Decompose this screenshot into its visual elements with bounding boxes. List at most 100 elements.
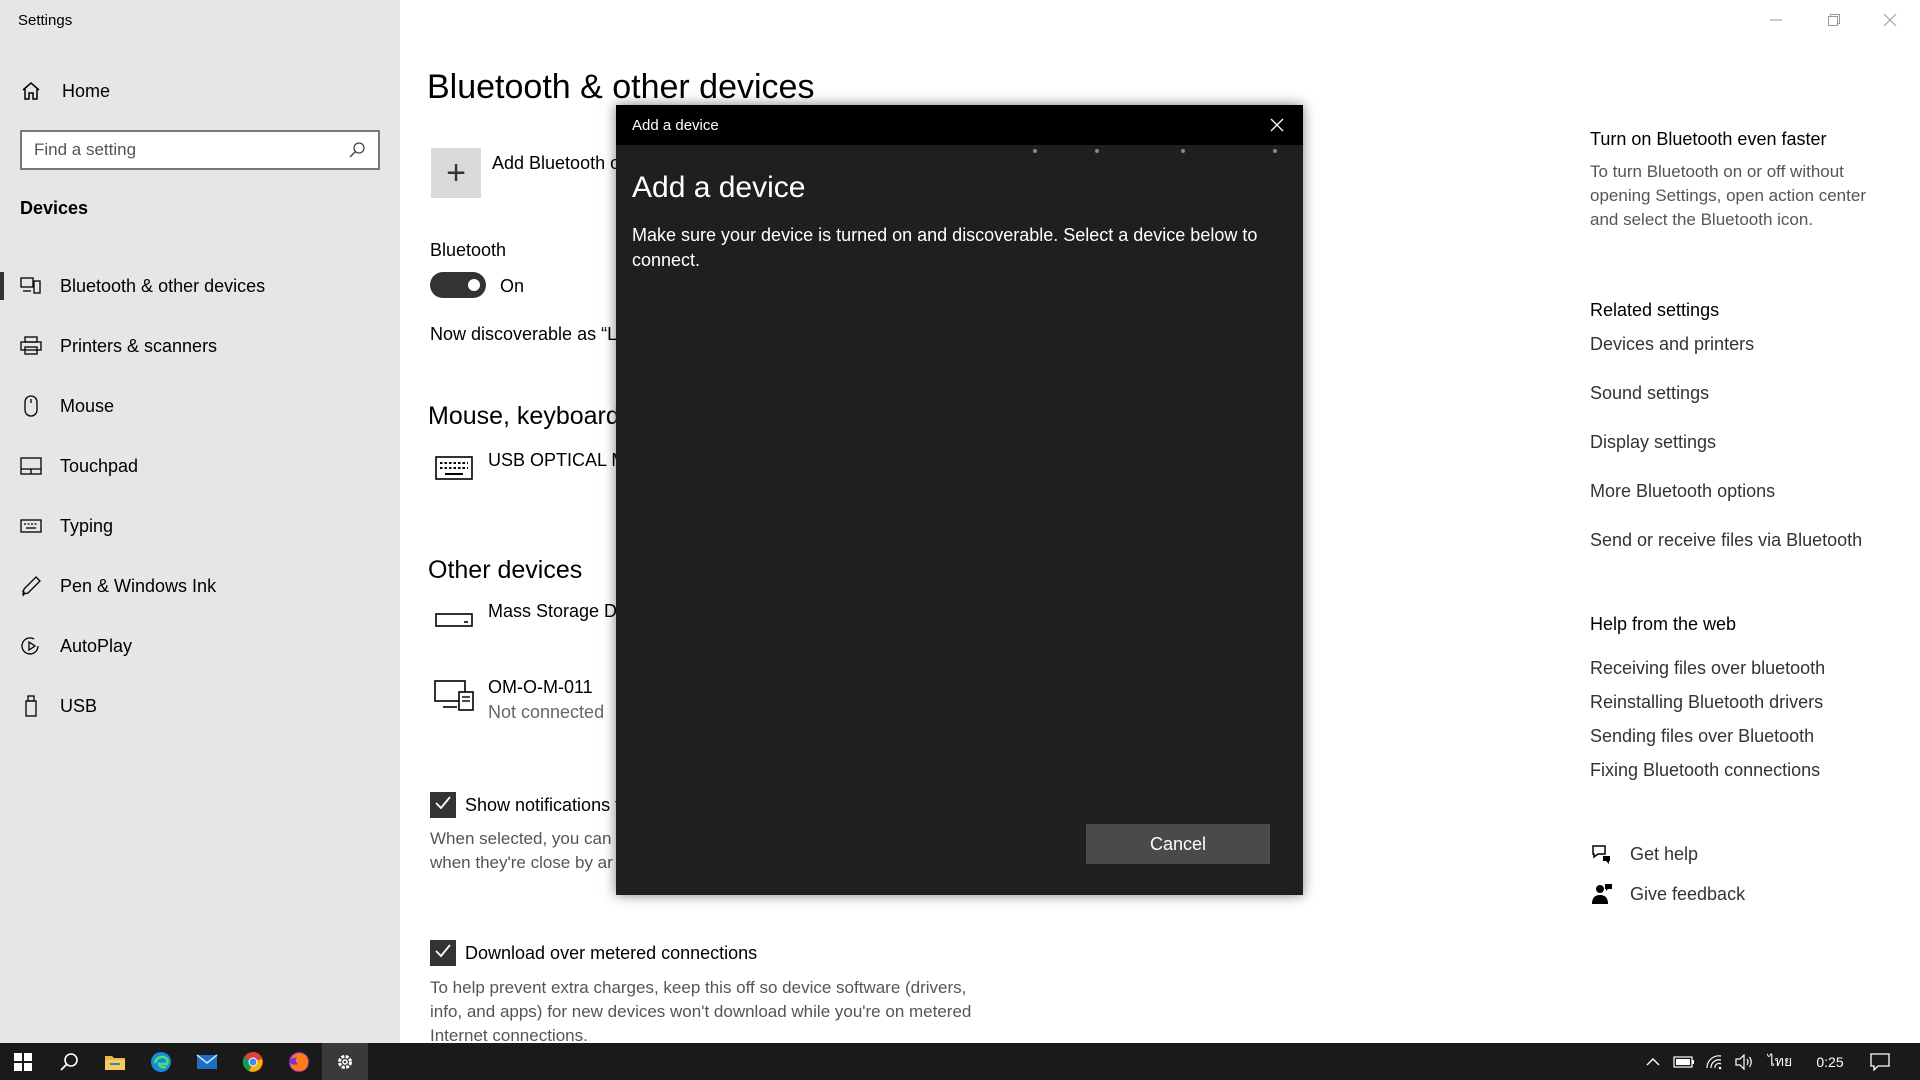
device-usb-mouse[interactable]: USB OPTICAL MC xyxy=(432,450,639,486)
help-web-title: Help from the web xyxy=(1590,614,1737,634)
mouse-keyboard-heading: Mouse, keyboard xyxy=(428,402,620,430)
home-icon xyxy=(22,82,40,100)
taskbar-chrome[interactable] xyxy=(230,1043,276,1080)
close-icon xyxy=(1883,13,1897,27)
page-title: Bluetooth & other devices xyxy=(427,68,815,106)
show-notifications-checkbox[interactable] xyxy=(430,792,456,818)
taskbar-firefox[interactable] xyxy=(276,1043,322,1080)
sidebar-item-touchpad[interactable]: Touchpad xyxy=(0,436,400,496)
link-reinstalling-drivers[interactable]: Reinstalling Bluetooth drivers xyxy=(1590,692,1823,713)
sidebar-item-label: USB xyxy=(60,695,98,716)
progress-dot xyxy=(1181,149,1185,153)
sidebar-item-label: Touchpad xyxy=(60,455,139,476)
search-input[interactable] xyxy=(34,140,348,160)
dialog-titlebar: Add a device xyxy=(616,105,1303,145)
pen-icon xyxy=(20,575,42,597)
speaker-icon xyxy=(1735,1053,1752,1070)
dialog-close-button[interactable] xyxy=(1263,111,1291,139)
sidebar-item-mouse[interactable]: Mouse xyxy=(0,376,400,436)
link-devices-printers[interactable]: Devices and printers xyxy=(1590,334,1754,355)
battery-icon xyxy=(1673,1055,1694,1068)
tip-text: To turn Bluetooth on or off without open… xyxy=(1590,162,1866,229)
taskbar-search-button[interactable] xyxy=(46,1043,92,1080)
usb-icon xyxy=(20,695,42,717)
link-display-settings[interactable]: Display settings xyxy=(1590,432,1716,453)
bluetooth-toggle-state: On xyxy=(500,276,525,296)
link-fixing-connections[interactable]: Fixing Bluetooth connections xyxy=(1590,760,1820,781)
gear-icon xyxy=(338,1054,352,1069)
device-mass-storage[interactable]: Mass Storage De xyxy=(432,601,627,637)
get-help-link[interactable]: Get help xyxy=(1590,842,1698,866)
computer-network-icon xyxy=(432,677,476,713)
sidebar-item-usb[interactable]: USB xyxy=(0,676,400,736)
sidebar-item-label: Bluetooth & other devices xyxy=(60,275,266,296)
progress-dot xyxy=(1273,149,1277,153)
minimize-button[interactable] xyxy=(1748,0,1804,40)
sidebar-item-printers[interactable]: Printers & scanners xyxy=(0,316,400,376)
start-button[interactable] xyxy=(0,1043,46,1080)
printer-icon xyxy=(20,335,42,357)
download-metered-description: To help prevent extra charges, keep this… xyxy=(430,978,972,1043)
firefox-browser-icon xyxy=(289,1051,309,1072)
link-sound-settings[interactable]: Sound settings xyxy=(1590,383,1709,404)
dialog-description: Make sure your device is turned on and d… xyxy=(632,225,1258,270)
search-icon[interactable] xyxy=(348,141,366,159)
add-bluetooth-button[interactable]: + xyxy=(431,148,481,198)
tray-battery[interactable] xyxy=(1670,1043,1698,1080)
link-send-receive-files[interactable]: Send or receive files via Bluetooth xyxy=(1590,530,1862,551)
sidebar-item-typing[interactable]: Typing xyxy=(0,496,400,556)
section-label-devices: Devices xyxy=(20,198,89,218)
taskbar-settings[interactable] xyxy=(322,1043,368,1080)
tray-volume[interactable] xyxy=(1730,1043,1758,1080)
mail-icon xyxy=(196,1053,218,1069)
related-settings-title: Related settings xyxy=(1590,300,1720,320)
close-icon xyxy=(1270,118,1284,132)
bluetooth-label: Bluetooth xyxy=(430,240,507,260)
sidebar-item-label: Printers & scanners xyxy=(60,335,218,356)
checkmark-icon xyxy=(434,794,452,817)
tray-wifi[interactable] xyxy=(1700,1043,1728,1080)
link-receiving-files[interactable]: Receiving files over bluetooth xyxy=(1590,658,1825,679)
progress-dot xyxy=(1033,149,1037,153)
sidebar-item-label: Mouse xyxy=(60,395,115,416)
sidebar-nav: Bluetooth & other devices Printers & sca… xyxy=(0,256,400,736)
keyboard-icon xyxy=(432,450,476,486)
taskbar-edge[interactable] xyxy=(138,1043,184,1080)
sidebar-item-bluetooth[interactable]: Bluetooth & other devices xyxy=(0,256,400,316)
device-om-o-m-011[interactable]: OM-O-M-011 Not connected xyxy=(432,677,604,723)
tray-language[interactable]: ไทย xyxy=(1762,1043,1798,1080)
keyboard-icon xyxy=(20,515,42,537)
other-devices-heading: Other devices xyxy=(428,556,583,584)
minimize-icon xyxy=(1770,19,1782,21)
download-metered-checkbox[interactable] xyxy=(430,940,456,966)
tray-clock[interactable]: 0:25 xyxy=(1810,1043,1850,1080)
sidebar-item-label: AutoPlay xyxy=(60,635,133,656)
download-metered-label[interactable]: Download over metered connections xyxy=(465,943,757,964)
search-icon xyxy=(60,1052,78,1071)
taskbar-mail[interactable] xyxy=(184,1043,230,1080)
sidebar-item-pen[interactable]: Pen & Windows Ink xyxy=(0,556,400,616)
edge-browser-icon xyxy=(151,1051,171,1072)
chevron-up-icon xyxy=(1646,1057,1660,1065)
dialog-title: Add a device xyxy=(632,117,719,134)
give-feedback-link[interactable]: Give feedback xyxy=(1590,882,1745,906)
add-bluetooth-label[interactable]: Add Bluetooth o xyxy=(492,153,620,174)
tray-action-center[interactable] xyxy=(1862,1043,1898,1080)
autoplay-icon xyxy=(20,635,42,657)
maximize-button[interactable] xyxy=(1806,0,1862,40)
close-window-button[interactable] xyxy=(1862,0,1918,40)
link-more-bluetooth-options[interactable]: More Bluetooth options xyxy=(1590,481,1775,502)
home-nav-item[interactable]: Home xyxy=(20,80,110,102)
home-label: Home xyxy=(62,80,111,101)
cancel-button[interactable]: Cancel xyxy=(1086,824,1270,864)
taskbar-file-explorer[interactable] xyxy=(92,1043,138,1080)
link-sending-files[interactable]: Sending files over Bluetooth xyxy=(1590,726,1814,747)
show-notifications-label[interactable]: Show notifications t xyxy=(465,795,620,816)
sidebar-item-autoplay[interactable]: AutoPlay xyxy=(0,616,400,676)
bluetooth-toggle[interactable] xyxy=(430,272,486,298)
search-box[interactable] xyxy=(20,130,380,170)
tray-show-hidden-button[interactable] xyxy=(1640,1043,1666,1080)
touchpad-icon xyxy=(20,455,42,477)
dialog-heading: Add a device xyxy=(632,171,806,204)
app-title: Settings xyxy=(18,12,73,29)
